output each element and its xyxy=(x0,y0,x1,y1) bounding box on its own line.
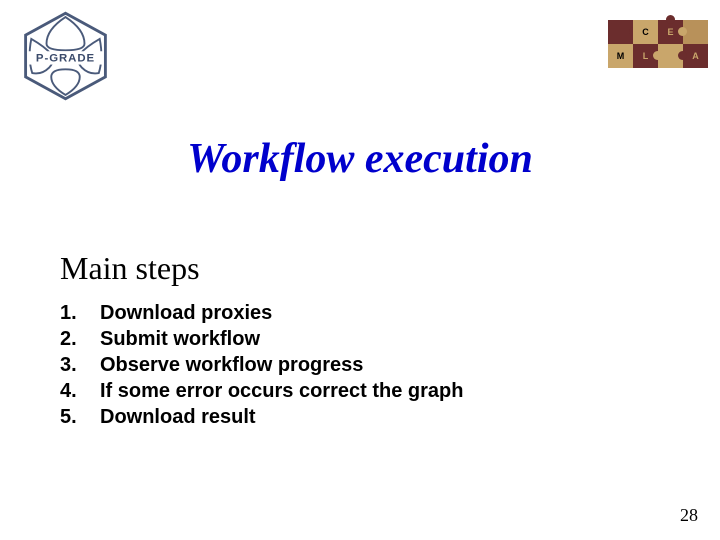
puzzle-piece: A xyxy=(683,44,708,68)
puzzle-letter: C xyxy=(642,27,649,37)
list-number: 2. xyxy=(60,328,100,351)
slide: P-GRADE C E M L A Workflow execution Mai… xyxy=(0,0,720,540)
list-text: Observe workflow progress xyxy=(100,354,363,377)
list-item: 3. Observe workflow progress xyxy=(60,354,660,377)
puzzle-piece xyxy=(683,20,708,44)
list-number: 1. xyxy=(60,302,100,325)
list-text: Download proxies xyxy=(100,302,272,325)
page-number: 28 xyxy=(680,505,698,526)
list-item: 2. Submit workflow xyxy=(60,328,660,351)
header: P-GRADE C E M L A xyxy=(0,0,720,110)
pgrade-logo-svg: P-GRADE xyxy=(18,10,113,102)
list-text: Download result xyxy=(100,406,256,429)
pgrade-logo-text: P-GRADE xyxy=(36,53,95,65)
puzzle-piece: C xyxy=(633,20,658,44)
puzzle-letter: A xyxy=(692,51,699,61)
puzzle-letter: E xyxy=(667,27,673,37)
puzzle-piece xyxy=(608,20,633,44)
list-text: If some error occurs correct the graph xyxy=(100,380,463,403)
pgrade-logo: P-GRADE xyxy=(18,10,113,102)
list-item: 4. If some error occurs correct the grap… xyxy=(60,380,660,403)
puzzle-letter: M xyxy=(617,51,625,61)
slide-subtitle: Main steps xyxy=(60,250,200,287)
puzzle-logo: C E M L A xyxy=(608,20,708,70)
list-item: 5. Download result xyxy=(60,406,660,429)
list-number: 3. xyxy=(60,354,100,377)
slide-title: Workflow execution xyxy=(0,135,720,183)
list-number: 5. xyxy=(60,406,100,429)
steps-list: 1. Download proxies 2. Submit workflow 3… xyxy=(60,302,660,432)
list-number: 4. xyxy=(60,380,100,403)
list-text: Submit workflow xyxy=(100,328,260,351)
puzzle-letter: L xyxy=(643,51,649,61)
puzzle-piece: M xyxy=(608,44,633,68)
list-item: 1. Download proxies xyxy=(60,302,660,325)
